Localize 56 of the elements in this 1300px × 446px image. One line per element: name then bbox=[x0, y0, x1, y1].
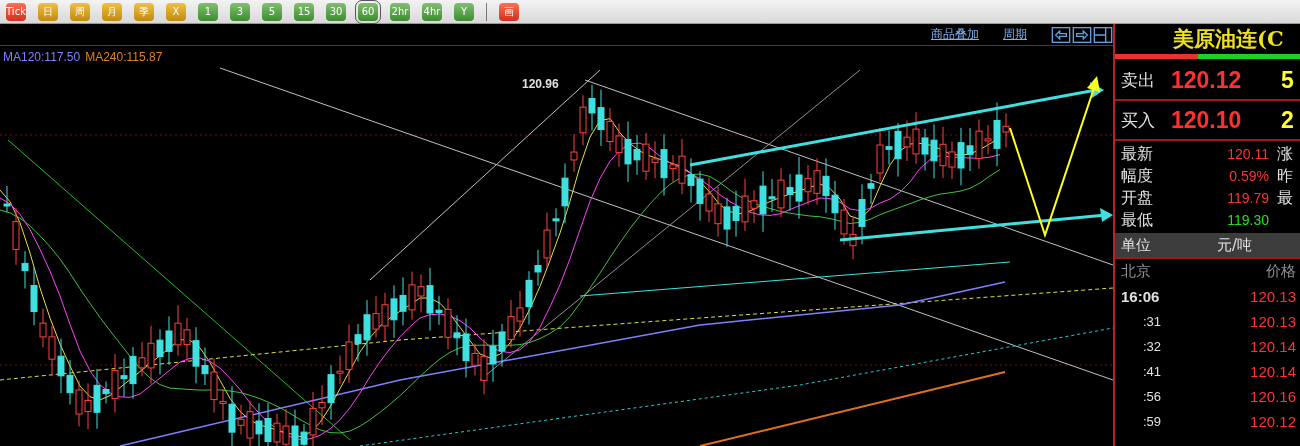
period-button[interactable]: 5 bbox=[262, 2, 282, 21]
stat-label: 涨 bbox=[1276, 143, 1293, 165]
indicator-value: MA120:117.50 bbox=[3, 50, 81, 64]
period-button[interactable]: 4hr bbox=[422, 2, 442, 21]
unit-value: 元/吨 bbox=[1217, 235, 1253, 255]
tick-time: :59 bbox=[1142, 414, 1162, 429]
header-link[interactable]: 商品叠加 bbox=[931, 26, 979, 43]
tick-time: :31 bbox=[1142, 314, 1162, 329]
order-side-label: 买入 bbox=[1120, 108, 1156, 132]
draw-button[interactable]: 画 bbox=[499, 2, 519, 21]
panel-layout-icon[interactable] bbox=[1093, 26, 1113, 43]
tick-price: 120.14 bbox=[1250, 338, 1296, 355]
period-button[interactable]: 15 bbox=[294, 2, 314, 21]
period-button[interactable]: 日 bbox=[38, 2, 58, 21]
high-price-label: 120.96 bbox=[522, 77, 559, 91]
period-button[interactable]: 周 bbox=[70, 2, 90, 21]
column-header: 价格 bbox=[1266, 262, 1296, 281]
stat-label: 最低 bbox=[1120, 209, 1154, 231]
period-button[interactable]: 1 bbox=[198, 2, 218, 21]
stat-label: 最新 bbox=[1120, 143, 1154, 165]
order-price: 120.10 bbox=[1171, 106, 1243, 134]
tick-time: :32 bbox=[1142, 339, 1162, 354]
instrument-title: 美原油连(C bbox=[1172, 25, 1285, 53]
order-side-label: 卖出 bbox=[1120, 68, 1156, 92]
tick-price: 120.12 bbox=[1250, 413, 1296, 430]
tick-time: :41 bbox=[1142, 364, 1162, 379]
period-button[interactable]: 3 bbox=[230, 2, 250, 21]
period-button[interactable]: Y bbox=[454, 2, 474, 21]
order-volume: 5 bbox=[1281, 66, 1294, 94]
stat-label: 开盘 bbox=[1120, 187, 1154, 209]
tick-time: :56 bbox=[1142, 389, 1162, 404]
period-button[interactable]: 2hr bbox=[390, 2, 410, 21]
period-button[interactable]: Tick bbox=[6, 2, 26, 21]
stat-value: 119.79 bbox=[1226, 190, 1269, 206]
tick-price: 120.13 bbox=[1250, 313, 1296, 330]
stat-label: 最 bbox=[1276, 187, 1293, 209]
tick-price: 120.16 bbox=[1250, 388, 1296, 405]
tick-time: 16:06 bbox=[1121, 288, 1160, 305]
period-button[interactable]: 30 bbox=[326, 2, 346, 21]
tick-price: 120.14 bbox=[1250, 363, 1296, 380]
stat-label: 昨 bbox=[1276, 165, 1293, 187]
indicator-value: MA240:115.87 bbox=[85, 50, 163, 64]
tick-price: 120.13 bbox=[1250, 288, 1296, 305]
stat-value: 120.11 bbox=[1226, 146, 1269, 162]
period-button[interactable]: 60 bbox=[358, 2, 378, 21]
column-header: 北京 bbox=[1121, 262, 1151, 281]
period-button[interactable]: 季 bbox=[134, 2, 154, 21]
stat-value: 0.59% bbox=[1228, 168, 1269, 184]
order-volume: 2 bbox=[1281, 106, 1294, 134]
order-price: 120.12 bbox=[1171, 66, 1243, 94]
period-button[interactable]: 月 bbox=[102, 2, 122, 21]
header-link[interactable]: 周期 bbox=[1003, 26, 1027, 43]
unit-label: 单位 bbox=[1120, 235, 1152, 255]
stat-value: 119.30 bbox=[1226, 212, 1269, 228]
stat-label: 幅度 bbox=[1120, 165, 1154, 187]
period-button[interactable]: X bbox=[166, 2, 186, 21]
